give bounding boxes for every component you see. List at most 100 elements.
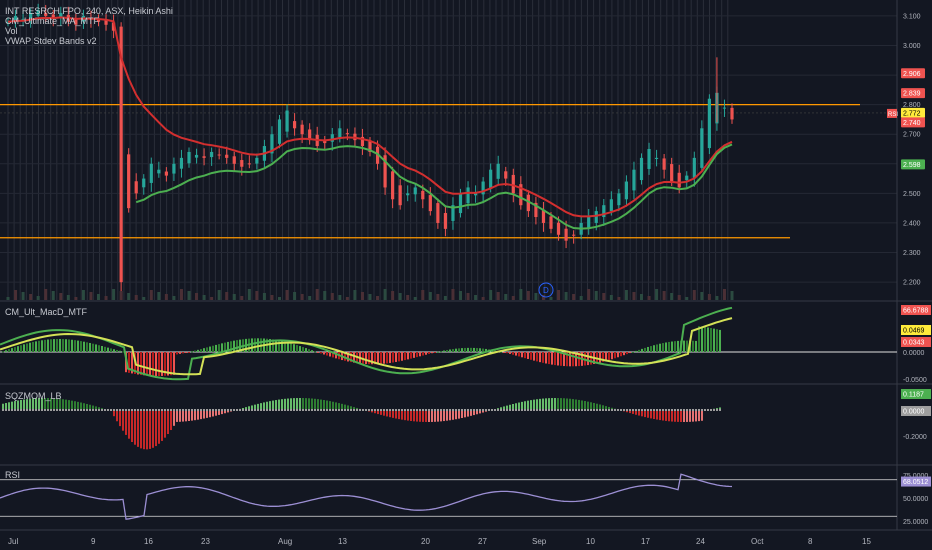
macd-histogram-bar — [419, 352, 421, 357]
squeeze-histogram-bar — [686, 410, 688, 422]
squeeze-dot — [5, 409, 7, 411]
squeeze-dot — [68, 409, 70, 411]
macd-histogram-bar — [572, 352, 574, 367]
squeeze-dot — [395, 409, 397, 411]
squeeze-dot — [2, 409, 4, 411]
price-tag-label: 2.772 — [903, 110, 921, 117]
price-tick-label: 2.300 — [903, 250, 921, 257]
squeeze-histogram-bar — [542, 398, 544, 410]
squeeze-histogram-bar — [260, 403, 262, 410]
squeeze-dot — [500, 409, 502, 411]
squeeze-dot — [638, 409, 640, 411]
macd-histogram-bar — [179, 352, 181, 354]
candle-body — [549, 216, 553, 229]
macd-histogram-bar — [212, 345, 214, 352]
x-tick-label: 27 — [478, 537, 487, 546]
volume-bar — [572, 294, 576, 300]
squeeze-histogram-bar — [296, 398, 298, 410]
squeeze-dot — [677, 409, 679, 411]
squeeze-dot — [386, 409, 388, 411]
macd-histogram-bar — [185, 352, 187, 353]
rsi-tick-label: 50.0000 — [903, 496, 928, 503]
squeeze-histogram-bar — [143, 410, 145, 450]
squeeze-dot — [353, 409, 355, 411]
volume-bar — [323, 291, 327, 300]
macd-histogram-bar — [206, 347, 208, 352]
squeeze-dot — [92, 409, 94, 411]
squeeze-histogram-bar — [155, 410, 157, 447]
squeeze-dot — [419, 409, 421, 411]
squeeze-dot — [110, 409, 112, 411]
macd-histogram-bar — [629, 352, 631, 354]
squeeze-histogram-bar — [302, 398, 304, 410]
volume-bar — [549, 297, 553, 300]
squeeze-histogram-bar — [551, 398, 553, 410]
macd-histogram-bar — [254, 338, 256, 352]
squeeze-histogram-bar — [692, 410, 694, 422]
rsi-pane-title: RSI — [5, 470, 21, 480]
squeeze-dot — [365, 409, 367, 411]
macd-histogram-bar — [290, 343, 292, 352]
volume-bar — [74, 297, 78, 300]
volume-bar — [308, 296, 312, 300]
squeeze-dot — [461, 409, 463, 411]
squeeze-dot — [482, 409, 484, 411]
squeeze-histogram-bar — [521, 401, 523, 410]
macd-histogram-bar — [122, 351, 124, 353]
squeeze-dot — [719, 409, 721, 411]
squeeze-dot — [644, 409, 646, 411]
squeeze-dot — [239, 409, 241, 411]
macd-histogram-bar — [251, 338, 253, 352]
squeeze-histogram-bar — [533, 399, 535, 410]
macd-histogram-bar — [434, 352, 436, 353]
ma-green-placeholder — [16, 137, 604, 229]
macd-histogram-bar — [383, 352, 385, 364]
price-tick-label: 2.500 — [903, 191, 921, 198]
squeeze-dot — [440, 409, 442, 411]
squeeze-dot — [170, 409, 172, 411]
volume-bar — [670, 293, 674, 300]
price-tag-label: 2.839 — [903, 91, 921, 98]
macd-histogram-bar — [143, 352, 145, 376]
macd-histogram-bar — [311, 350, 313, 352]
macd-histogram-bar — [5, 350, 7, 352]
squeeze-dot — [380, 409, 382, 411]
candle-body — [187, 151, 191, 164]
squeeze-histogram-bar — [323, 400, 325, 410]
squeeze-histogram-bar — [137, 410, 139, 447]
candle-body — [685, 175, 689, 181]
squeeze-histogram-bar — [689, 410, 691, 422]
squeeze-dot — [86, 409, 88, 411]
squeeze-dot — [533, 409, 535, 411]
volume-bar — [722, 289, 726, 300]
squeeze-dot — [356, 409, 358, 411]
volume-bar — [511, 296, 515, 300]
squeeze-dot — [146, 409, 148, 411]
volume-bar — [44, 289, 48, 300]
macd-histogram-bar — [464, 347, 466, 352]
volume-bar — [225, 292, 229, 300]
squeeze-histogram-bar — [653, 410, 655, 420]
volume-bar — [89, 292, 93, 300]
squeeze-histogram-bar — [71, 400, 73, 410]
squeeze-dot — [431, 409, 433, 411]
macd-histogram-bar — [620, 352, 622, 357]
squeeze-dot — [545, 409, 547, 411]
squeeze-dot — [260, 409, 262, 411]
squeeze-histogram-bar — [683, 410, 685, 422]
x-tick-label: 20 — [421, 537, 430, 546]
squeeze-dot — [416, 409, 418, 411]
squeeze-histogram-bar — [404, 410, 406, 421]
squeeze-dot — [593, 409, 595, 411]
squeeze-dot — [26, 409, 28, 411]
price-tick-label: 2.200 — [903, 280, 921, 287]
squeeze-dot — [29, 409, 31, 411]
macd-histogram-bar — [11, 348, 13, 352]
candle-body — [127, 154, 131, 209]
squeeze-dot — [617, 409, 619, 411]
squeeze-histogram-bar — [665, 410, 667, 421]
squeeze-dot — [701, 409, 703, 411]
squeeze-dot — [326, 409, 328, 411]
macd-histogram-bar — [692, 340, 694, 352]
chart-canvas[interactable]: 3.1003.0002.9002.8002.7002.6002.5002.400… — [0, 0, 932, 550]
